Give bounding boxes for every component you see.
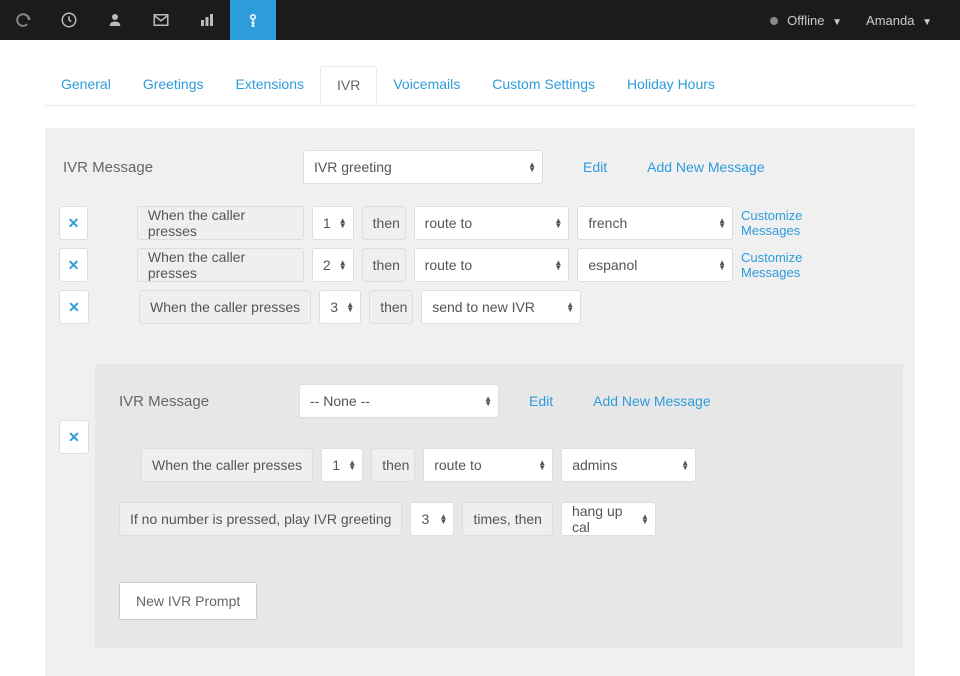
digit-select[interactable]: 1 <box>312 206 354 240</box>
tab-holiday-hours[interactable]: Holiday Hours <box>611 66 731 105</box>
remove-rule-button[interactable]: ✕ <box>59 290 89 324</box>
topbar-left <box>0 0 276 40</box>
stepper-icon <box>538 460 546 470</box>
target-select[interactable]: espanol <box>577 248 733 282</box>
action-select[interactable]: route to <box>414 248 570 282</box>
nested-ivr-message-title: IVR Message <box>119 393 279 410</box>
stepper-icon <box>346 302 354 312</box>
no-input-action-select[interactable]: hang up cal <box>561 502 656 536</box>
tab-ivr[interactable]: IVR <box>320 66 377 105</box>
customize-link[interactable]: Customize Messages <box>741 208 897 238</box>
page: General Greetings Extensions IVR Voicema… <box>0 66 960 676</box>
press-label: When the caller presses <box>137 206 304 240</box>
stepper-icon <box>641 514 649 524</box>
tab-custom-settings[interactable]: Custom Settings <box>476 66 611 105</box>
then-label: then <box>369 290 413 324</box>
ivr-greeting-value: IVR greeting <box>314 159 392 175</box>
tab-extensions[interactable]: Extensions <box>220 66 320 105</box>
ivr-message-title: IVR Message <box>63 159 263 176</box>
bars-icon[interactable] <box>184 0 230 40</box>
edit-link[interactable]: Edit <box>583 159 607 175</box>
press-label: When the caller presses <box>141 448 313 482</box>
tab-voicemails[interactable]: Voicemails <box>377 66 476 105</box>
stepper-icon <box>348 460 356 470</box>
nested-ivr-message-row: IVR Message -- None -- Edit Add New Mess… <box>113 384 885 418</box>
tabs: General Greetings Extensions IVR Voicema… <box>45 66 915 106</box>
stepper-icon <box>339 260 347 270</box>
customize-link[interactable]: Customize Messages <box>741 250 897 280</box>
status-dot-icon <box>770 17 778 25</box>
person-icon[interactable] <box>92 0 138 40</box>
logo-icon[interactable] <box>0 0 46 40</box>
topbar: Offline ▼ Amanda ▼ <box>0 0 960 40</box>
ivr-rule-row: ✕ When the caller presses 3 then send to… <box>45 282 915 324</box>
remove-rule-button[interactable]: ✕ <box>59 248 88 282</box>
no-input-mid: times, then <box>462 502 552 536</box>
stepper-icon <box>484 396 492 406</box>
ivr-rule-row: ✕ When the caller presses 1 then route t… <box>45 198 915 240</box>
nested-rule-row: When the caller presses 1 then route to … <box>141 448 885 482</box>
press-label: When the caller presses <box>139 290 311 324</box>
new-ivr-prompt-button[interactable]: New IVR Prompt <box>119 582 257 620</box>
stepper-icon <box>718 218 726 228</box>
stepper-icon <box>440 514 448 524</box>
action-select[interactable]: route to <box>414 206 570 240</box>
user-dropdown[interactable]: Amanda ▼ <box>866 13 932 28</box>
tab-general[interactable]: General <box>45 66 127 105</box>
status-label: Offline <box>787 13 824 28</box>
no-input-prefix: If no number is pressed, play IVR greeti… <box>119 502 402 536</box>
stepper-icon <box>554 218 562 228</box>
stepper-icon <box>566 302 574 312</box>
ivr-panel: IVR Message IVR greeting Edit Add New Me… <box>45 128 915 676</box>
nested-panel: IVR Message -- None -- Edit Add New Mess… <box>95 364 903 648</box>
stepper-icon <box>718 260 726 270</box>
chevron-down-icon: ▼ <box>922 17 932 28</box>
user-label: Amanda <box>866 13 914 28</box>
repeat-count-select[interactable]: 3 <box>410 502 454 536</box>
chevron-down-icon: ▼ <box>832 17 842 28</box>
tab-greetings[interactable]: Greetings <box>127 66 220 105</box>
nested-edit-link[interactable]: Edit <box>529 393 553 409</box>
mail-icon[interactable] <box>138 0 184 40</box>
remove-nested-button[interactable]: ✕ <box>59 420 89 454</box>
digit-select[interactable]: 1 <box>321 448 363 482</box>
stepper-icon <box>339 218 347 228</box>
stepper-icon <box>681 460 689 470</box>
nested-ivr: ✕ IVR Message -- None -- Edit Add New Me… <box>45 364 915 648</box>
no-input-row: If no number is pressed, play IVR greeti… <box>119 502 885 536</box>
press-label: When the caller presses <box>137 248 304 282</box>
then-label: then <box>362 248 406 282</box>
then-label: then <box>362 206 406 240</box>
digit-select[interactable]: 2 <box>312 248 354 282</box>
key-icon[interactable] <box>230 0 276 40</box>
clock-icon[interactable] <box>46 0 92 40</box>
stepper-icon <box>554 260 562 270</box>
nested-add-message-link[interactable]: Add New Message <box>593 393 711 409</box>
target-select[interactable]: french <box>577 206 733 240</box>
digit-select[interactable]: 3 <box>319 290 361 324</box>
remove-rule-button[interactable]: ✕ <box>59 206 88 240</box>
ivr-rule-row: ✕ When the caller presses 2 then route t… <box>45 240 915 282</box>
ivr-message-row: IVR Message IVR greeting Edit Add New Me… <box>45 150 915 184</box>
stepper-icon <box>528 162 536 172</box>
status-dropdown[interactable]: Offline ▼ <box>770 13 843 28</box>
action-select[interactable]: send to new IVR <box>421 290 581 324</box>
topbar-right: Offline ▼ Amanda ▼ <box>770 0 960 40</box>
target-select[interactable]: admins <box>561 448 696 482</box>
then-label: then <box>371 448 415 482</box>
nested-greeting-select[interactable]: -- None -- <box>299 384 499 418</box>
add-message-link[interactable]: Add New Message <box>647 159 765 175</box>
ivr-greeting-select[interactable]: IVR greeting <box>303 150 543 184</box>
action-select[interactable]: route to <box>423 448 553 482</box>
